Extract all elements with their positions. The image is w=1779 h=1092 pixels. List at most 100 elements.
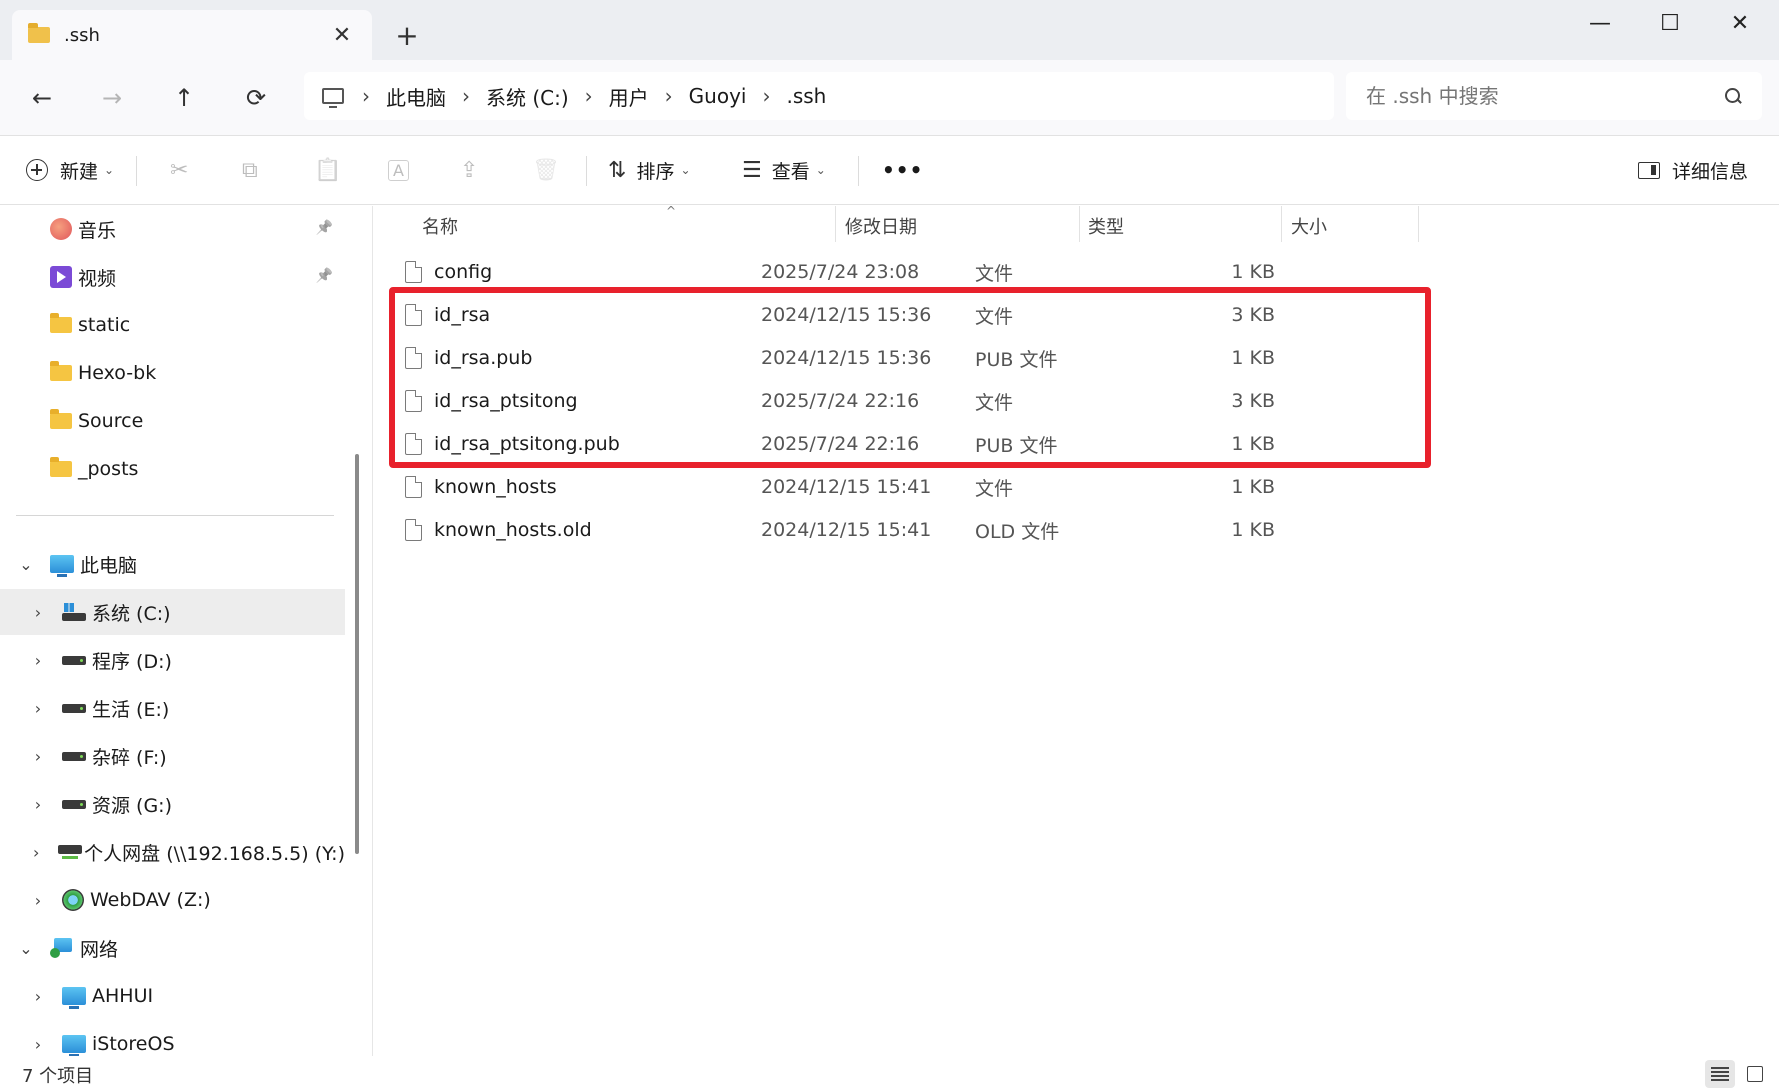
pin-icon[interactable]: 📌 bbox=[316, 220, 333, 236]
breadcrumb-guoyi[interactable]: Guoyi bbox=[689, 84, 747, 108]
file-size: 3 KB bbox=[1231, 390, 1275, 412]
breadcrumb-separator[interactable]: › bbox=[665, 84, 673, 108]
maximize-button[interactable]: ☐ bbox=[1640, 6, 1700, 42]
up-button[interactable]: ↑ bbox=[164, 78, 204, 118]
sidebar-item-videos[interactable]: 视频 📌 bbox=[0, 254, 345, 300]
sidebar-item-label: 视频 bbox=[78, 267, 117, 290]
copy-button[interactable]: ⧉ bbox=[242, 150, 268, 190]
chevron-right-icon[interactable]: › bbox=[28, 891, 48, 910]
sort-button[interactable]: ⇅ 排序 ⌄ bbox=[608, 150, 691, 190]
search-input[interactable] bbox=[1366, 84, 1724, 108]
view-label: 查看 bbox=[771, 160, 810, 183]
chevron-right-icon[interactable]: › bbox=[28, 987, 48, 1006]
refresh-button[interactable]: ⟳ bbox=[236, 78, 276, 118]
file-row[interactable]: config 2025/7/24 23:08 文件 1 KB bbox=[403, 251, 1413, 293]
back-button[interactable]: ← bbox=[22, 78, 62, 118]
sidebar-item-drive-d[interactable]: › 程序 (D:) bbox=[0, 637, 345, 683]
column-separator[interactable] bbox=[1079, 206, 1080, 242]
column-separator[interactable] bbox=[1281, 206, 1282, 242]
chevron-down-icon[interactable]: ⌄ bbox=[16, 939, 36, 958]
rename-button[interactable]: A bbox=[388, 150, 419, 190]
chevron-right-icon[interactable]: › bbox=[28, 603, 48, 622]
address-bar[interactable]: › 此电脑 › 系统 (C:) › 用户 › Guoyi › .ssh bbox=[304, 72, 1334, 120]
sidebar-item-drive-g[interactable]: › 资源 (G:) bbox=[0, 781, 345, 827]
sidebar-item-hexo-bk[interactable]: Hexo-bk bbox=[0, 350, 345, 396]
chevron-right-icon[interactable]: › bbox=[28, 795, 48, 814]
navigation-pane: 音乐 📌 视频 📌 static Hexo-bk Source _posts ⌄… bbox=[0, 206, 372, 1056]
sort-icon: ⇅ bbox=[608, 157, 627, 183]
column-separator[interactable] bbox=[1418, 206, 1419, 242]
tab-ssh[interactable]: .ssh ✕ bbox=[12, 10, 372, 60]
file-name: config bbox=[434, 261, 493, 283]
breadcrumb-separator[interactable]: › bbox=[585, 84, 593, 108]
file-row[interactable]: id_rsa 2024/12/15 15:36 文件 3 KB bbox=[403, 294, 1413, 336]
toolbar-divider bbox=[136, 156, 137, 186]
forward-button[interactable]: → bbox=[92, 78, 132, 118]
close-window-button[interactable]: ✕ bbox=[1710, 6, 1770, 42]
drive-icon bbox=[62, 655, 86, 665]
chevron-right-icon[interactable]: › bbox=[28, 1035, 48, 1054]
column-header-date[interactable]: 修改日期 bbox=[845, 206, 1045, 246]
tab-close-icon[interactable]: ✕ bbox=[328, 23, 356, 48]
breadcrumb-users[interactable]: 用户 bbox=[609, 82, 649, 111]
breadcrumb-separator[interactable]: › bbox=[462, 84, 470, 108]
column-separator[interactable] bbox=[835, 206, 836, 242]
sidebar-item-label: WebDAV (Z:) bbox=[90, 889, 211, 911]
new-button[interactable]: 新建 ⌄ bbox=[26, 150, 114, 190]
sidebar-item-source[interactable]: Source bbox=[0, 398, 345, 444]
minimize-button[interactable]: — bbox=[1570, 6, 1630, 42]
sidebar-item-drive-z[interactable]: › WebDAV (Z:) bbox=[0, 877, 345, 923]
file-row[interactable]: id_rsa_ptsitong.pub 2025/7/24 22:16 PUB … bbox=[403, 423, 1413, 465]
file-name: id_rsa bbox=[434, 304, 491, 326]
details-pane-button[interactable]: 详细信息 bbox=[1638, 150, 1748, 190]
column-header-label: 修改日期 bbox=[845, 217, 917, 238]
breadcrumb-ssh[interactable]: .ssh bbox=[786, 84, 826, 108]
paste-button[interactable]: 📋 bbox=[314, 150, 351, 190]
sidebar-item-network[interactable]: ⌄ 网络 bbox=[0, 925, 345, 971]
sidebar-item-istoreos[interactable]: › iStoreOS bbox=[0, 1021, 345, 1056]
breadcrumb-system-c[interactable]: 系统 (C:) bbox=[486, 82, 569, 111]
sidebar-item-drive-y[interactable]: › 个人网盘 (\\192.168.5.5) (Y:) bbox=[0, 829, 345, 875]
chevron-right-icon[interactable]: › bbox=[28, 747, 48, 766]
chevron-down-icon[interactable]: ⌄ bbox=[16, 555, 36, 574]
sidebar-item-posts[interactable]: _posts bbox=[0, 446, 345, 492]
folder-icon bbox=[50, 313, 72, 333]
column-header-name[interactable]: 名称 ^ bbox=[422, 204, 802, 246]
sidebar-item-drive-c[interactable]: › 系统 (C:) bbox=[0, 589, 345, 635]
pin-icon[interactable]: 📌 bbox=[316, 268, 333, 284]
view-button[interactable]: ☰ 查看 ⌄ bbox=[742, 150, 826, 190]
file-row[interactable]: id_rsa.pub 2024/12/15 15:36 PUB 文件 1 KB bbox=[403, 337, 1413, 379]
sidebar-item-label: 资源 (G:) bbox=[92, 794, 172, 817]
breadcrumb-separator[interactable]: › bbox=[762, 84, 770, 108]
sidebar-item-drive-f[interactable]: › 杂碎 (F:) bbox=[0, 733, 345, 779]
sidebar-item-ahhui[interactable]: › AHHUI bbox=[0, 973, 345, 1019]
column-header-type[interactable]: 类型 bbox=[1088, 206, 1268, 246]
file-row[interactable]: known_hosts 2024/12/15 15:41 文件 1 KB bbox=[403, 466, 1413, 508]
chevron-right-icon[interactable]: › bbox=[28, 651, 48, 670]
chevron-right-icon[interactable]: › bbox=[28, 843, 44, 862]
tiles-view-button[interactable] bbox=[1740, 1060, 1770, 1088]
search-icon[interactable] bbox=[1724, 87, 1742, 105]
sidebar-item-music[interactable]: 音乐 📌 bbox=[0, 206, 345, 252]
file-icon bbox=[405, 390, 422, 412]
computer-icon bbox=[322, 88, 344, 108]
details-view-button[interactable] bbox=[1705, 1060, 1735, 1088]
file-row[interactable]: known_hosts.old 2024/12/15 15:41 OLD 文件 … bbox=[403, 509, 1413, 551]
chevron-down-icon: ⌄ bbox=[104, 163, 115, 177]
sidebar-item-this-pc[interactable]: ⌄ 此电脑 bbox=[0, 541, 345, 587]
chevron-right-icon[interactable]: › bbox=[28, 699, 48, 718]
new-tab-button[interactable]: + bbox=[392, 18, 422, 54]
share-button[interactable]: ⇪ bbox=[460, 150, 488, 190]
breadcrumb-this-pc[interactable]: 此电脑 bbox=[386, 82, 446, 111]
sidebar-item-drive-e[interactable]: › 生活 (E:) bbox=[0, 685, 345, 731]
sidebar-scrollbar[interactable] bbox=[355, 454, 359, 854]
delete-button[interactable]: 🗑 bbox=[532, 150, 570, 190]
search-box[interactable] bbox=[1346, 72, 1762, 120]
cut-button[interactable]: ✂ bbox=[170, 150, 198, 190]
more-options-button[interactable]: ••• bbox=[882, 150, 923, 190]
sidebar-item-static[interactable]: static bbox=[0, 302, 345, 348]
sidebar-item-label: Source bbox=[78, 410, 144, 432]
file-row[interactable]: id_rsa_ptsitong 2025/7/24 22:16 文件 3 KB bbox=[403, 380, 1413, 422]
column-header-size[interactable]: 大小 bbox=[1291, 206, 1411, 246]
file-icon bbox=[405, 261, 422, 283]
